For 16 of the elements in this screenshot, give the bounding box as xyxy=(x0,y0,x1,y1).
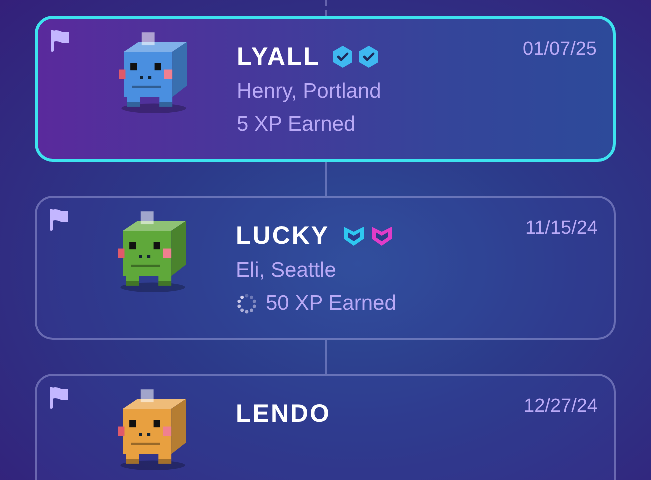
xp-earned: 5 XP Earned xyxy=(237,112,356,138)
card-date: 12/27/24 xyxy=(524,396,598,418)
owner-location: Eli, Seattle xyxy=(236,258,338,284)
card-date: 11/15/24 xyxy=(525,218,598,240)
xp-earned: 50 XP Earned xyxy=(266,291,396,317)
pet-name: LYALL xyxy=(237,42,320,72)
pet-name: LUCKY xyxy=(236,221,330,251)
card-date: 01/07/25 xyxy=(523,39,597,61)
owner-location: Henry, Portland xyxy=(237,79,382,105)
flag-icon xyxy=(49,386,69,410)
pet-card[interactable]: LYALL Henry, Portland 5 XP Earned 01/07/25 xyxy=(35,16,616,162)
pet-name: LENDO xyxy=(236,399,331,429)
flag-icon xyxy=(49,208,69,232)
pet-card[interactable]: LUCKY Eli, Seattle 50 XP Earned 11/15/24 xyxy=(35,196,616,340)
pet-card[interactable]: LENDO 12/27/24 xyxy=(35,374,616,480)
flag-icon xyxy=(50,29,70,53)
